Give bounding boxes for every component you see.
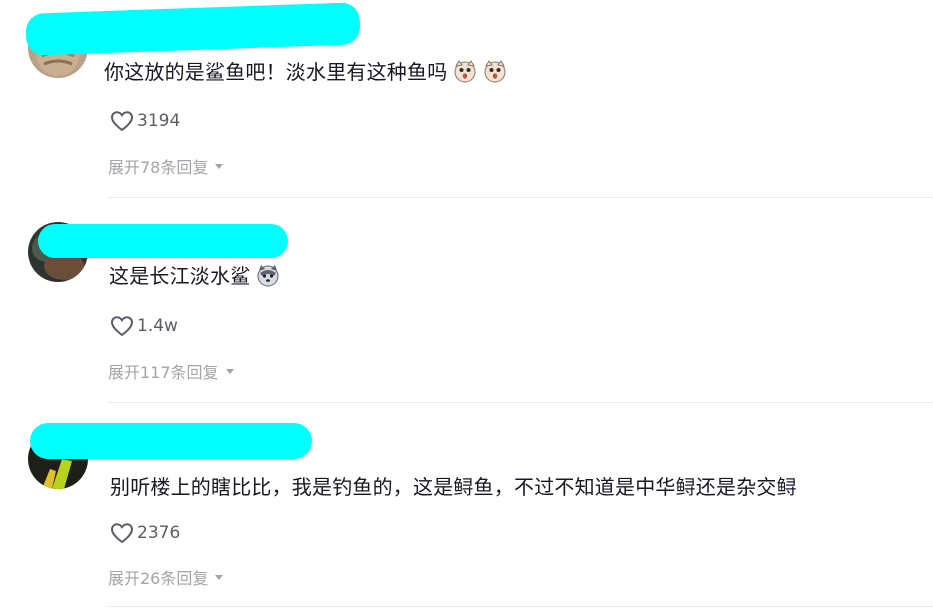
- like-count: 2376: [137, 523, 181, 543]
- expand-replies-label: 展开78条回复: [108, 158, 209, 177]
- caret-down-icon: [225, 368, 234, 374]
- heart-outline-icon: [110, 523, 134, 544]
- cat-shocked-emoji: [454, 60, 476, 83]
- like-count: 1.4w: [137, 316, 178, 336]
- redacted-username: [38, 224, 288, 258]
- like-count: 3194: [137, 111, 181, 131]
- comment-text: 你这放的是鲨鱼吧！淡水里有这种鱼吗: [104, 58, 507, 86]
- comment-text: 这是长江淡水鲨: [109, 262, 280, 290]
- like-button[interactable]: 2376: [110, 522, 180, 544]
- comment-item: 别听楼上的瞎比比，我是钓鱼的，这是鲟鱼，不过不知道是中华鲟还是杂交鲟 2376 …: [0, 403, 933, 608]
- caret-down-icon: [215, 574, 224, 580]
- like-button[interactable]: 1.4w: [110, 315, 178, 337]
- like-button[interactable]: 3194: [110, 110, 180, 132]
- heart-outline-icon: [110, 111, 134, 132]
- comment-text: 别听楼上的瞎比比，我是钓鱼的，这是鲟鱼，不过不知道是中华鲟还是杂交鲟: [110, 475, 797, 499]
- husky-emoji: [257, 265, 279, 287]
- expand-replies-label: 展开26条回复: [108, 569, 209, 588]
- expand-replies-button[interactable]: 展开26条回复: [108, 565, 224, 589]
- expand-replies-button[interactable]: 展开78条回复: [108, 154, 224, 178]
- expand-replies-label: 展开117条回复: [108, 363, 219, 382]
- divider: [108, 606, 933, 607]
- comment-item: 这是长江淡水鲨 1.4w 展开117条回复: [0, 198, 933, 403]
- expand-replies-button[interactable]: 展开117条回复: [108, 359, 234, 383]
- cat-shocked-emoji: [484, 60, 506, 83]
- caret-down-icon: [215, 163, 224, 169]
- redacted-username: [30, 423, 312, 459]
- redacted-username: [25, 2, 361, 56]
- heart-outline-icon: [110, 316, 134, 337]
- comment-item: 你这放的是鲨鱼吧！淡水里有这种鱼吗 3194 展开78条回复: [0, 0, 933, 198]
- comment-list: 你这放的是鲨鱼吧！淡水里有这种鱼吗 3194 展开78条回复 这是长江淡水鲨 1…: [0, 0, 933, 608]
